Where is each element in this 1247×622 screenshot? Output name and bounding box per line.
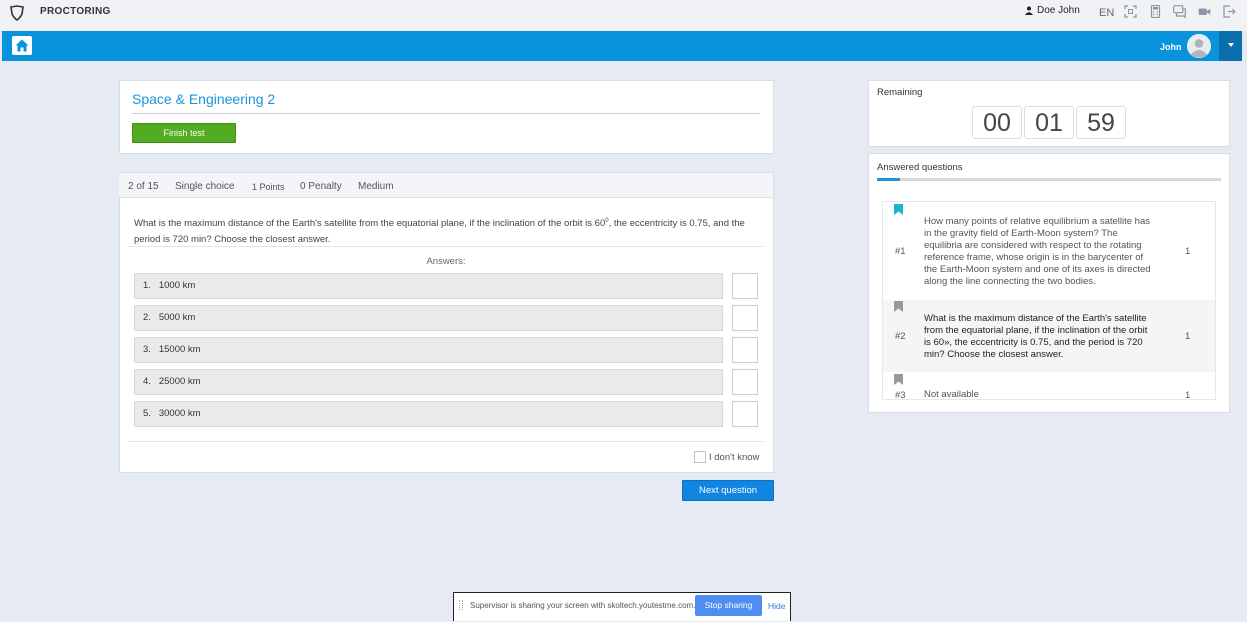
dont-know-label[interactable]: I don't know: [709, 452, 759, 463]
test-title: Space & Engineering 2: [132, 91, 276, 107]
bookmark-icon[interactable]: [894, 301, 903, 312]
question-points: 1 Points: [252, 182, 285, 192]
question-type: Single choice: [175, 181, 235, 192]
answer-option-2[interactable]: 2. 5000 km: [134, 305, 723, 331]
dont-know-checkbox[interactable]: [694, 451, 706, 463]
logout-icon[interactable]: [1223, 5, 1236, 18]
user-icon: [1025, 6, 1033, 15]
question-points: 1: [1185, 331, 1191, 342]
question-summary: Not available: [924, 389, 979, 400]
answers-label: Answers:: [426, 256, 466, 267]
divider: [128, 441, 764, 442]
user-menu[interactable]: Doe John: [1025, 5, 1080, 16]
chat-icon[interactable]: [1173, 5, 1186, 18]
question-text: What is the maximum distance of the Eart…: [134, 218, 745, 246]
brand-name: PROCTORING: [40, 6, 111, 17]
answer-option-1[interactable]: 1. 1000 km: [134, 273, 723, 299]
calculator-icon[interactable]: [1149, 5, 1162, 18]
timer-minutes: 01: [1024, 106, 1074, 139]
question-summary: How many points of relative equilibrium …: [924, 216, 1151, 287]
timer-hours: 00: [972, 106, 1022, 139]
divider: [132, 113, 760, 114]
bookmark-icon[interactable]: [894, 374, 903, 385]
answer-checkbox-5[interactable]: [732, 401, 758, 427]
question-number: #3: [895, 390, 906, 400]
answered-progress-bar: [877, 178, 1221, 181]
bookmark-icon[interactable]: [894, 204, 903, 215]
answer-option-3[interactable]: 3. 15000 km: [134, 337, 723, 363]
answer-option-4[interactable]: 4. 25000 km: [134, 369, 723, 395]
question-points: 1: [1185, 246, 1191, 257]
home-button[interactable]: [12, 36, 32, 55]
next-question-button[interactable]: Next question: [682, 480, 774, 501]
screen-share-message: Supervisor is sharing your screen with s…: [470, 601, 696, 610]
user-name: Doe John: [1037, 5, 1080, 16]
answered-question-item-3[interactable]: #3 Not available 1: [883, 373, 1215, 400]
answered-question-item-2[interactable]: #2 What is the maximum distance of the E…: [883, 300, 1215, 372]
finish-test-button[interactable]: Finish test: [132, 123, 236, 143]
navbar-dropdown-button[interactable]: [1219, 31, 1242, 61]
fullscreen-icon[interactable]: [1124, 5, 1137, 18]
answered-question-item-1[interactable]: #1 How many points of relative equilibri…: [883, 202, 1215, 298]
answer-checkbox-1[interactable]: [732, 273, 758, 299]
timer-label: Remaining: [877, 87, 923, 98]
stop-sharing-button[interactable]: Stop sharing: [695, 595, 762, 616]
navbar: [2, 31, 1242, 61]
question-summary: What is the maximum distance of the Eart…: [924, 313, 1148, 360]
answer-checkbox-3[interactable]: [732, 337, 758, 363]
shield-logo-icon: [10, 5, 24, 21]
answer-checkbox-4[interactable]: [732, 369, 758, 395]
question-position: 2 of 15: [128, 181, 159, 192]
camera-icon[interactable]: [1198, 5, 1211, 18]
question-number: #1: [895, 246, 906, 257]
answer-option-5[interactable]: 5. 30000 km: [134, 401, 723, 427]
navbar-user-name: John: [1160, 42, 1182, 52]
question-points: 1: [1185, 390, 1191, 400]
caret-down-icon: [1227, 43, 1234, 47]
divider: [128, 246, 764, 247]
home-icon: [15, 39, 29, 52]
avatar[interactable]: [1187, 34, 1211, 58]
hide-link[interactable]: Hide: [768, 601, 785, 611]
drag-handle-icon[interactable]: [459, 600, 463, 610]
language-selector[interactable]: EN: [1099, 7, 1114, 19]
answer-checkbox-2[interactable]: [732, 305, 758, 331]
avatar-icon: [1187, 34, 1211, 58]
answered-questions-label: Answered questions: [877, 162, 963, 173]
question-difficulty: Medium: [358, 181, 394, 192]
question-penalty: 0 Penalty: [300, 181, 342, 192]
timer-seconds: 59: [1076, 106, 1126, 139]
answered-progress-fill: [877, 178, 901, 181]
answered-questions-list[interactable]: #1 How many points of relative equilibri…: [882, 201, 1216, 400]
question-number: #2: [895, 331, 906, 342]
